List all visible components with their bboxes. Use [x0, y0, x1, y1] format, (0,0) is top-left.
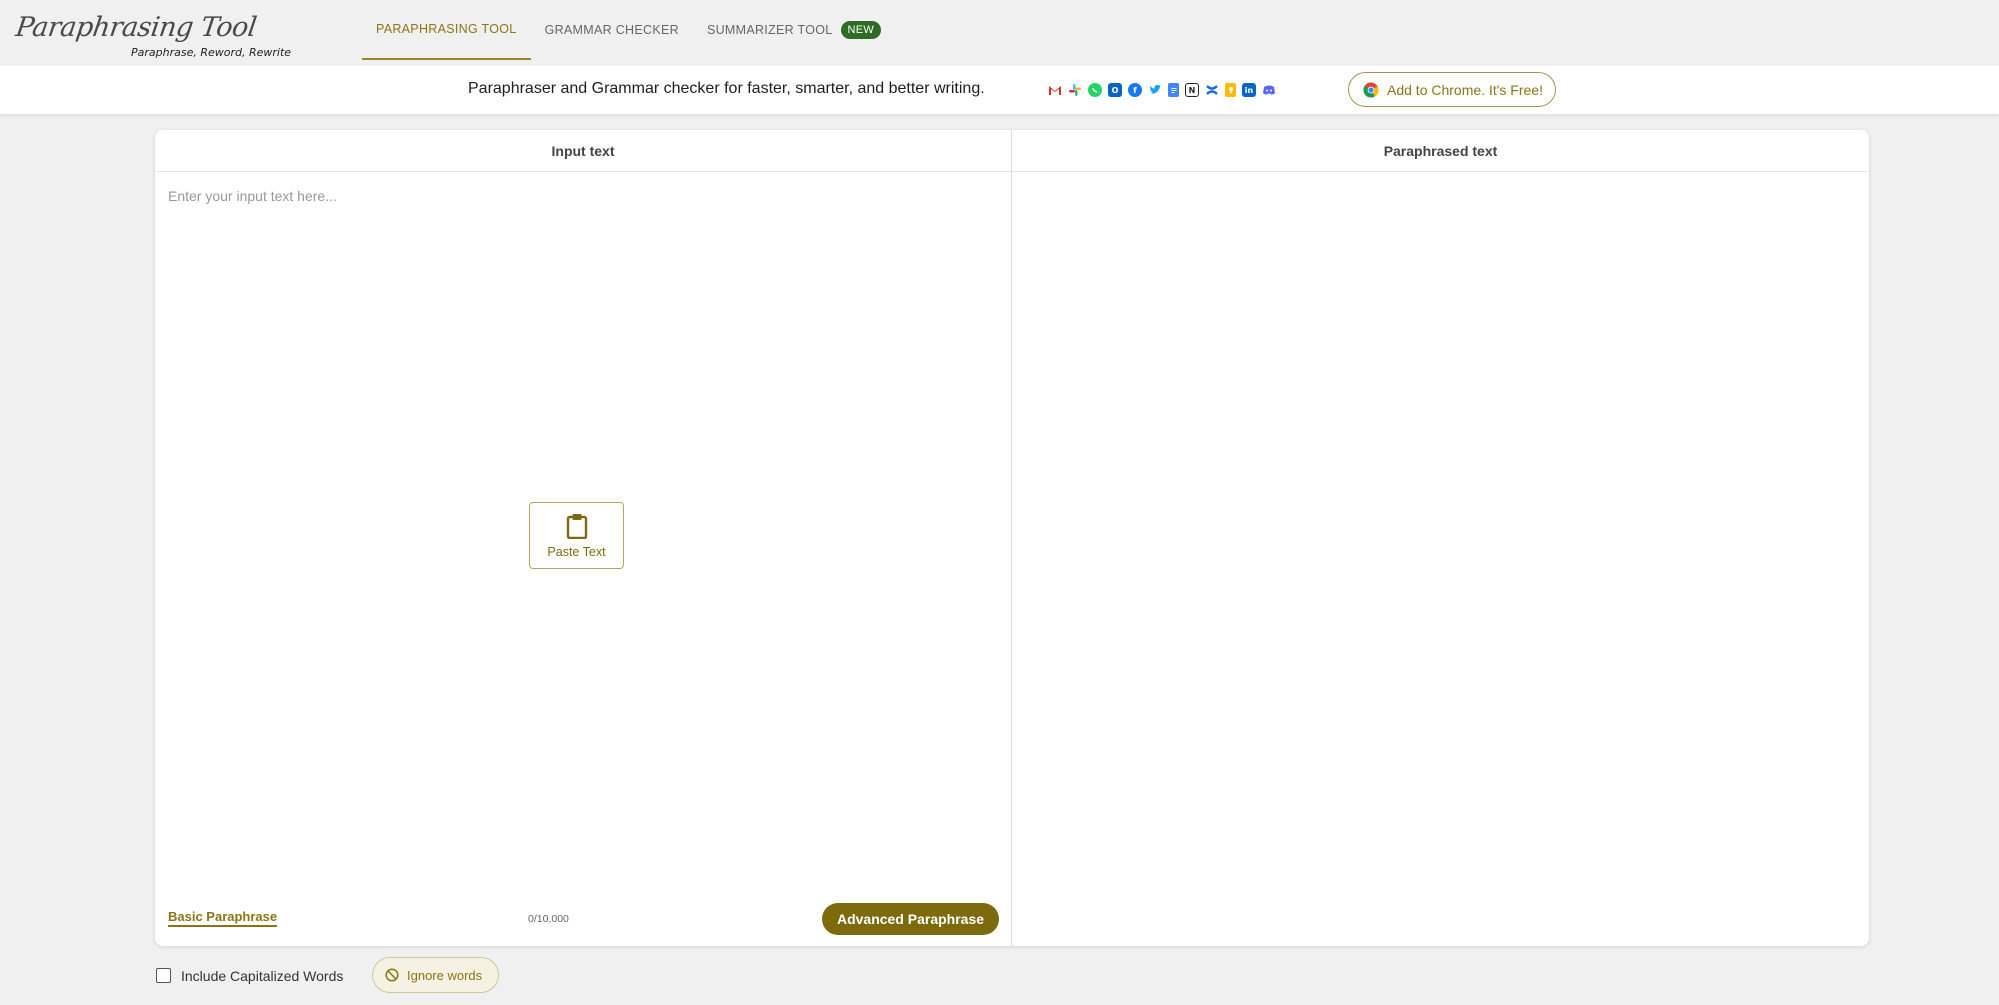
gmail-icon — [1048, 83, 1062, 97]
ignore-words-button[interactable]: Ignore words — [372, 957, 499, 993]
output-pane-header: Paraphrased text — [1012, 130, 1869, 172]
google-docs-icon — [1168, 83, 1179, 97]
input-pane-header: Input text — [155, 130, 1011, 172]
new-badge: NEW — [840, 21, 882, 39]
confluence-icon — [1205, 83, 1219, 97]
input-pane: Input text Paste Text Basic Paraphrase 0… — [155, 130, 1012, 946]
ignore-words-label: Ignore words — [407, 967, 483, 983]
facebook-icon: f — [1128, 83, 1142, 97]
linkedin-icon: in — [1242, 83, 1256, 97]
include-capitalized-checkbox[interactable] — [156, 968, 171, 983]
banner-text: Paraphraser and Grammar checker for fast… — [468, 80, 985, 97]
notion-icon: N — [1185, 83, 1199, 97]
add-to-chrome-label: Add to Chrome. It's Free! — [1387, 81, 1543, 98]
paste-text-button[interactable]: Paste Text — [529, 502, 624, 569]
logo-tagline: Paraphrase, Reword, Rewrite — [131, 46, 292, 59]
input-footer: Basic Paraphrase 0/10,000 Advanced Parap… — [155, 903, 1012, 935]
advanced-paraphrase-button[interactable]: Advanced Paraphrase — [822, 903, 999, 935]
block-icon — [385, 968, 399, 982]
discord-icon — [1262, 83, 1276, 97]
output-pane: Paraphrased text — [1012, 130, 1869, 946]
character-counter: 0/10,000 — [528, 913, 569, 925]
logo-script-text: Paraphrasing Tool — [13, 12, 259, 43]
add-to-chrome-button[interactable]: Add to Chrome. It's Free! — [1348, 72, 1556, 107]
output-pane-title: Paraphrased text — [1383, 142, 1498, 159]
nav-grammar-checker-label: GRAMMAR CHECKER — [544, 23, 679, 37]
include-capitalized-label[interactable]: Include Capitalized Words — [181, 968, 343, 984]
basic-paraphrase-button[interactable]: Basic Paraphrase — [168, 909, 278, 927]
promo-banner: Paraphraser and Grammar checker for fast… — [0, 66, 1999, 114]
site-logo[interactable]: Paraphrasing Tool Paraphrase, Reword, Re… — [13, 12, 291, 62]
paste-text-label: Paste Text — [547, 544, 606, 559]
whatsapp-icon — [1088, 83, 1102, 97]
clipboard-icon — [566, 513, 587, 539]
nav-paraphrasing-tool-label: PARAPHRASING TOOL — [376, 22, 517, 36]
top-navbar: Paraphrasing Tool Paraphrase, Reword, Re… — [0, 0, 1999, 66]
nav-summarizer-tool-label: SUMMARIZER TOOL — [706, 23, 833, 37]
integration-icons: O f N in — [1048, 83, 1276, 97]
nav-grammar-checker[interactable]: GRAMMAR CHECKER — [531, 0, 693, 60]
chrome-icon — [1363, 82, 1379, 98]
google-keep-icon — [1225, 83, 1236, 97]
outlook-icon: O — [1108, 83, 1122, 97]
input-pane-title: Input text — [551, 142, 615, 159]
paraphrase-editor-card: Input text Paste Text Basic Paraphrase 0… — [155, 130, 1869, 946]
nav-summarizer-tool[interactable]: SUMMARIZER TOOL NEW — [693, 0, 895, 60]
slack-icon — [1068, 83, 1082, 97]
nav-paraphrasing-tool[interactable]: PARAPHRASING TOOL — [362, 0, 531, 60]
options-row: Include Capitalized Words Ignore words — [155, 957, 755, 993]
twitter-icon — [1148, 83, 1162, 97]
main-nav: PARAPHRASING TOOL GRAMMAR CHECKER SUMMAR… — [362, 0, 895, 60]
